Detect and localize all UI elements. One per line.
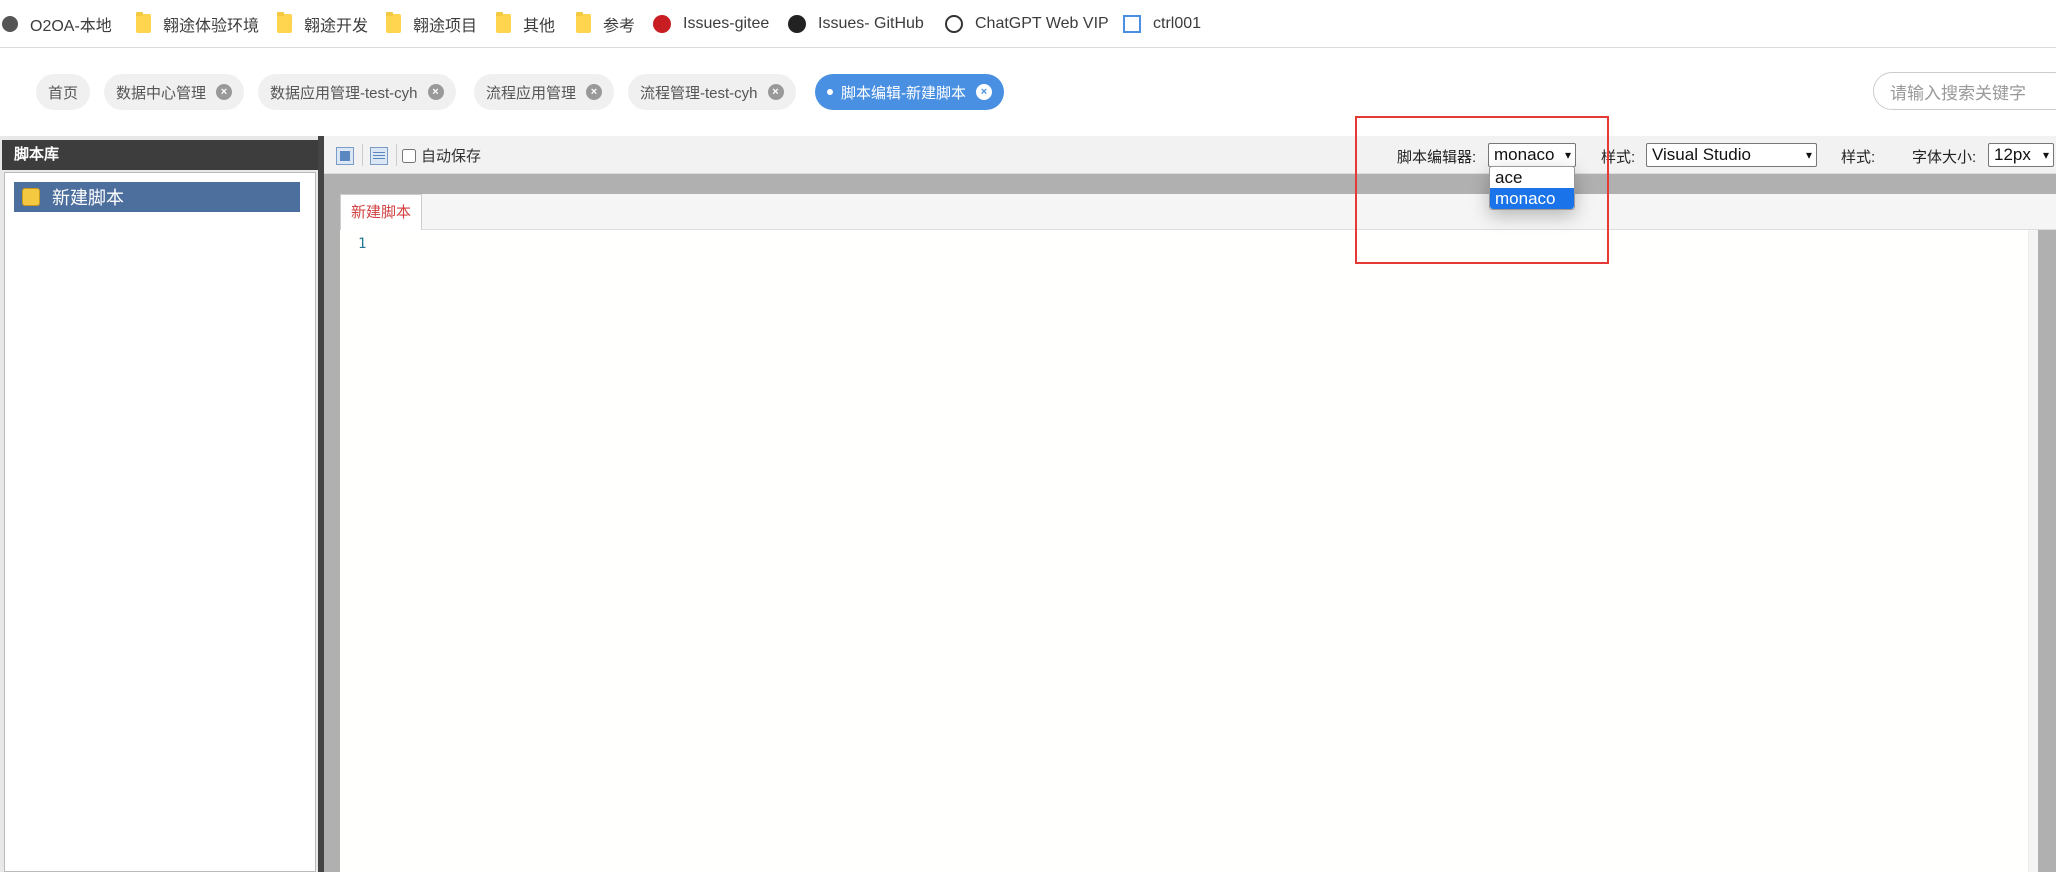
folder-icon [136, 12, 151, 33]
script-icon [22, 188, 40, 206]
style-select[interactable]: Visual Studio ▾ [1646, 143, 1817, 167]
bookmark-projects[interactable]: 翱途项目 [386, 0, 477, 48]
line-number: 1 [358, 236, 367, 252]
openai-icon [945, 14, 963, 33]
page-icon [1123, 14, 1141, 33]
close-icon[interactable]: × [427, 84, 444, 100]
editor-container: 新建脚本 1 [324, 174, 2056, 872]
bookmark-reference[interactable]: 参考 [576, 0, 635, 48]
tree-item-new-script[interactable]: 新建脚本 [14, 182, 300, 212]
tab-label: 流程应用管理 [486, 84, 577, 102]
tab-label: 数据应用管理-test-cyh [270, 84, 418, 102]
folder-icon [496, 12, 511, 33]
tab-label: 流程管理-test-cyh [640, 84, 758, 102]
style-value: Visual Studio [1652, 145, 1751, 164]
bookmark-label: O2OA-本地 [30, 17, 112, 35]
editor-scrollbar[interactable] [2028, 230, 2038, 872]
active-dot-icon [827, 89, 833, 95]
font-size-value: 12px [1994, 145, 2031, 164]
tab-label: 数据中心管理 [116, 84, 207, 102]
folder-icon [576, 12, 591, 33]
editor-toolbar: 自动保存 脚本编辑器: monaco ▾ 样式: Visual Studio ▾… [324, 136, 2056, 174]
bookmark-dev[interactable]: 翱途开发 [277, 0, 368, 48]
github-icon [788, 14, 806, 33]
search-input[interactable]: 请输入搜索关键字 [1873, 72, 2056, 110]
tab-home[interactable]: 首页 [36, 74, 91, 110]
tree-item-label: 新建脚本 [52, 188, 124, 208]
tab-label: 首页 [48, 84, 79, 102]
bookmark-label: 翱途体验环境 [163, 17, 260, 35]
style2-label: 样式: [1841, 149, 1876, 166]
code-editor[interactable]: 1 [340, 230, 2038, 872]
bookmark-label: 翱途开发 [304, 17, 369, 35]
autosave-checkbox[interactable] [402, 148, 416, 163]
chevron-down-icon: ▾ [1805, 148, 1812, 162]
bookmark-chatgpt[interactable]: ChatGPT Web VIP [945, 0, 1109, 48]
bookmark-ctrl001[interactable]: ctrl001 [1123, 0, 1201, 48]
font-size-label: 字体大小: [1912, 149, 1977, 166]
panel-title: 脚本库 [2, 140, 322, 170]
folder-icon [277, 12, 292, 33]
bookmark-label: ChatGPT Web VIP [975, 14, 1109, 32]
line-gutter: 1 [340, 230, 380, 872]
toolbar-divider [362, 144, 363, 166]
bookmark-label: ctrl001 [1153, 14, 1202, 32]
script-library-panel: 脚本库 新建脚本 [0, 136, 324, 872]
bookmark-o2oa-local[interactable]: O2OA-本地 [2, 0, 112, 48]
tab-label: 脚本编辑-新建脚本 [841, 84, 966, 102]
bookmark-label: Issues- GitHub [818, 14, 924, 32]
highlight-box [1355, 116, 1609, 264]
search-placeholder: 请输入搜索关键字 [1890, 83, 2026, 103]
bookmark-label: Issues-gitee [683, 14, 770, 32]
bookmark-issues-github[interactable]: Issues- GitHub [788, 0, 924, 48]
tab-data-center[interactable]: 数据中心管理 × [104, 74, 245, 110]
layout-icon[interactable] [370, 147, 388, 165]
tab-script-edit[interactable]: 脚本编辑-新建脚本 × [815, 74, 1004, 110]
editor-tab-new-script[interactable]: 新建脚本 [340, 194, 423, 230]
gitee-icon [653, 14, 671, 33]
close-icon[interactable]: × [976, 84, 992, 100]
save-icon[interactable] [336, 147, 354, 165]
close-icon[interactable]: × [586, 84, 603, 100]
autosave-label: 自动保存 [421, 148, 482, 165]
bookmarks-bar: O2OA-本地 翱途体验环境 翱途开发 翱途项目 其他 参考 Issues-gi… [0, 0, 2056, 48]
close-icon[interactable]: × [767, 84, 784, 100]
close-icon[interactable]: × [216, 84, 233, 100]
font-size-select[interactable]: 12px ▾ [1988, 143, 2054, 167]
folder-icon [386, 12, 401, 33]
tab-process-manage[interactable]: 流程管理-test-cyh × [628, 74, 796, 110]
bookmark-label: 其他 [523, 17, 556, 35]
bookmark-issues-gitee[interactable]: Issues-gitee [653, 0, 769, 48]
toolbar-divider [396, 144, 397, 166]
chevron-down-icon: ▾ [2042, 148, 2049, 162]
editor-tabbar: 新建脚本 [340, 194, 2056, 230]
tab-data-app[interactable]: 数据应用管理-test-cyh × [258, 74, 456, 110]
bookmark-label: 翱途项目 [413, 17, 478, 35]
autosave-toggle[interactable]: 自动保存 [402, 145, 481, 166]
bookmark-others[interactable]: 其他 [496, 0, 555, 48]
globe-icon [2, 15, 18, 32]
bookmark-trial-env[interactable]: 翱途体验环境 [136, 0, 259, 48]
script-tree [4, 172, 316, 872]
tab-process-app[interactable]: 流程应用管理 × [474, 74, 615, 110]
bookmark-label: 参考 [603, 17, 636, 35]
